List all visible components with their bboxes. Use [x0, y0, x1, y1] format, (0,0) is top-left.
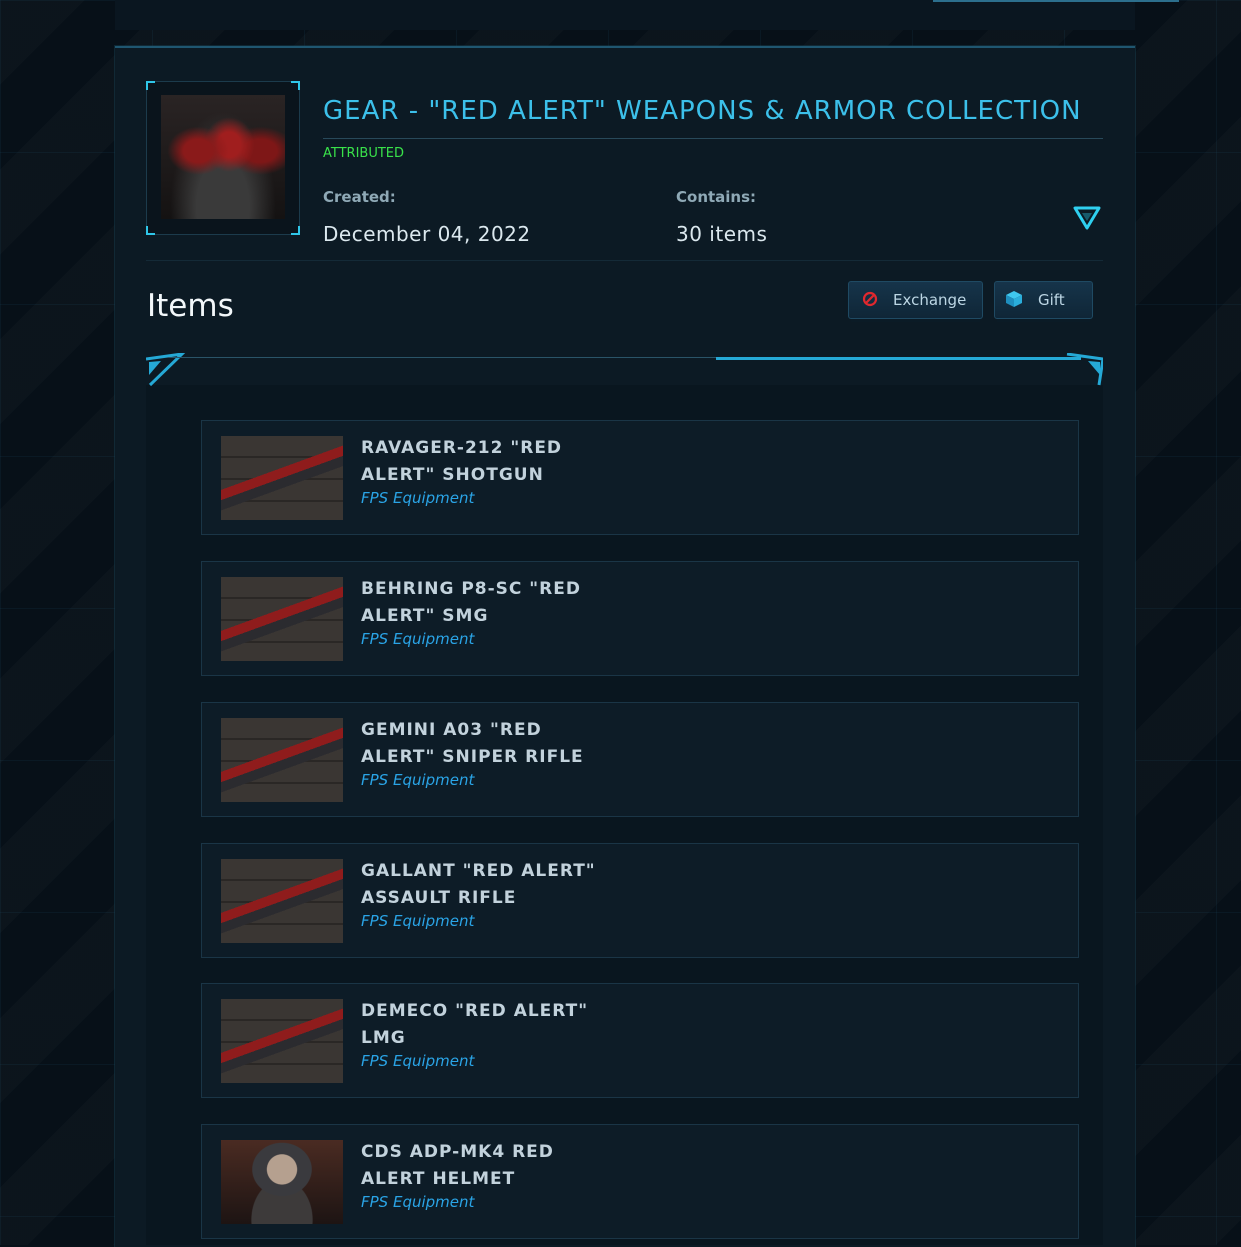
item-type: FPS Equipment — [361, 771, 475, 789]
pledge-title: GEAR - "RED ALERT" WEAPONS & ARMOR COLLE… — [323, 96, 1082, 126]
item-thumbnail — [221, 999, 343, 1083]
item-type: FPS Equipment — [361, 1052, 475, 1070]
item-card[interactable]: CDS ADP-MK4 RED ALERT HELMET FPS Equipme… — [201, 1124, 1079, 1239]
gift-label: Gift — [1038, 291, 1065, 309]
item-card[interactable]: BEHRING P8-SC "RED ALERT" SMG FPS Equipm… — [201, 561, 1079, 676]
item-type: FPS Equipment — [361, 630, 475, 648]
contains-value: 30 items — [676, 222, 768, 246]
status-badge: ATTRIBUTED — [323, 146, 405, 161]
item-type: FPS Equipment — [361, 912, 475, 930]
cube-icon — [1005, 290, 1023, 312]
title-divider — [323, 138, 1103, 139]
triangle-down-icon[interactable] — [1073, 205, 1101, 231]
item-type: FPS Equipment — [361, 489, 475, 507]
section-divider — [146, 260, 1103, 261]
item-card[interactable]: GEMINI A03 "RED ALERT" SNIPER RIFLE FPS … — [201, 702, 1079, 817]
bracket-right-icon — [1066, 353, 1103, 386]
created-label: Created: — [323, 188, 396, 206]
item-name: RAVAGER-212 "RED ALERT" SHOTGUN — [361, 438, 563, 485]
corner-accent — [146, 81, 155, 90]
tab-active-indicator — [716, 357, 1081, 360]
item-name: GALLANT "RED ALERT" ASSAULT RIFLE — [361, 861, 596, 908]
item-thumbnail — [221, 577, 343, 661]
contains-label: Contains: — [676, 188, 757, 206]
top-strip — [115, 0, 1135, 30]
created-value: December 04, 2022 — [323, 222, 531, 246]
gift-button[interactable]: Gift — [994, 281, 1093, 319]
corner-accent — [146, 226, 155, 235]
exchange-label: Exchange — [893, 291, 967, 309]
item-card[interactable]: DEMECO "RED ALERT" LMG FPS Equipment — [201, 983, 1079, 1098]
bracket-left-icon — [146, 353, 186, 387]
pledge-image — [161, 95, 285, 219]
corner-accent — [291, 81, 300, 90]
exchange-button[interactable]: Exchange — [848, 281, 983, 319]
item-name: BEHRING P8-SC "RED ALERT" SMG — [361, 579, 581, 626]
item-thumbnail — [221, 718, 343, 802]
item-type: FPS Equipment — [361, 1193, 475, 1211]
item-card[interactable]: RAVAGER-212 "RED ALERT" SHOTGUN FPS Equi… — [201, 420, 1079, 535]
no-entry-icon — [862, 291, 878, 311]
top-tab-indicator — [933, 0, 1179, 2]
pledge-thumbnail — [146, 81, 300, 235]
item-name: GEMINI A03 "RED ALERT" SNIPER RIFLE — [361, 720, 584, 767]
item-thumbnail — [221, 436, 343, 520]
item-name: DEMECO "RED ALERT" LMG — [361, 1001, 589, 1048]
item-thumbnail — [221, 859, 343, 943]
corner-accent — [291, 226, 300, 235]
item-card[interactable]: GALLANT "RED ALERT" ASSAULT RIFLE FPS Eq… — [201, 843, 1079, 958]
items-heading: Items — [147, 288, 234, 324]
items-tab-bar — [146, 353, 1103, 397]
item-thumbnail — [221, 1140, 343, 1224]
tab-bar-line — [168, 357, 738, 358]
item-name: CDS ADP-MK4 RED ALERT HELMET — [361, 1142, 554, 1189]
